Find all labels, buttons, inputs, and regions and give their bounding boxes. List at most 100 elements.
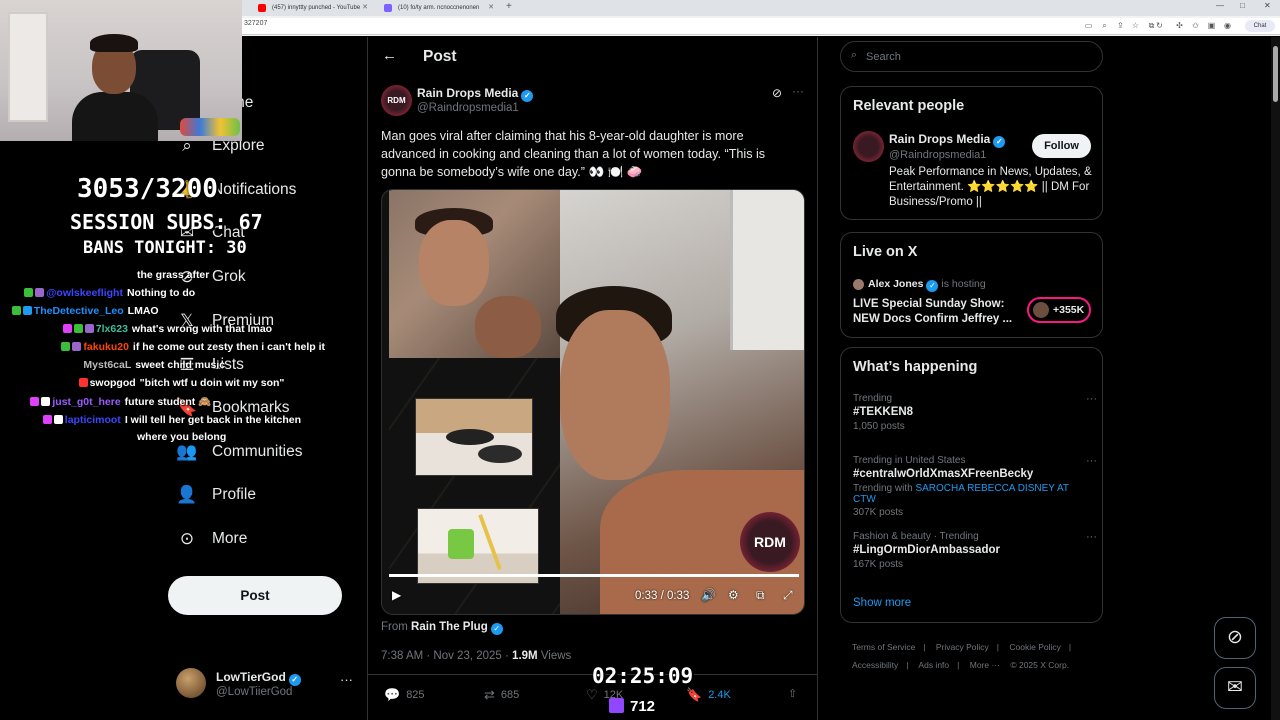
- messages-fab-button[interactable]: ✉: [1214, 667, 1256, 709]
- post-timestamp[interactable]: 7:38 AM · Nov 23, 2025 ·: [381, 650, 512, 662]
- reply-icon: 💬: [384, 687, 401, 702]
- live-host[interactable]: Alex Jones ✓ is hosting: [868, 278, 986, 292]
- chat-username[interactable]: lapticimoot: [65, 414, 121, 426]
- account-handle: @LowTiierGod: [216, 686, 293, 698]
- verified-icon: ✓: [926, 280, 939, 292]
- person-name[interactable]: Rain Drops Media ✓: [889, 132, 1006, 148]
- refresh-icon[interactable]: ↻: [1155, 21, 1164, 30]
- close-tab-icon[interactable]: ✕: [488, 1, 494, 15]
- chat-username[interactable]: Myst6caL: [83, 359, 131, 371]
- footer-link[interactable]: More ···: [970, 660, 1000, 670]
- repost-button[interactable]: ⇄ 685: [484, 687, 519, 703]
- avatar: [1033, 302, 1049, 318]
- video-progress-bar[interactable]: [389, 574, 799, 577]
- tab-label: (10) fo/ty arm. ncnoccnenonen: [398, 5, 480, 11]
- grok-icon[interactable]: ⊘: [772, 86, 782, 100]
- nav-more[interactable]: ⊙ More: [176, 524, 247, 554]
- trend-context: Trending: [853, 393, 893, 404]
- profile-icon[interactable]: ◉: [1223, 21, 1232, 30]
- browser-tab-youtube[interactable]: (457) innyttty punched - YouTube ✕: [250, 1, 370, 15]
- share-icon[interactable]: ⇪: [1116, 21, 1125, 30]
- collections-icon[interactable]: ▣: [1207, 21, 1216, 30]
- reply-button[interactable]: 💬 825: [384, 687, 425, 703]
- chat-badge-icon: [53, 415, 63, 424]
- chat-username[interactable]: @owlskeeflight: [46, 287, 123, 299]
- picture-in-picture-icon[interactable]: ⧉: [756, 588, 765, 603]
- footer-link[interactable]: Privacy Policy: [936, 642, 989, 652]
- search-input[interactable]: ⌕ Search: [840, 41, 1103, 72]
- chat-message: fakuku20 if he come out zesty then i can'…: [61, 341, 325, 353]
- source-name[interactable]: Rain The Plug: [411, 621, 488, 633]
- communities-icon: 👥: [176, 442, 198, 461]
- trend-item[interactable]: Fashion & beauty · Trending #LingOrmDior…: [853, 531, 1097, 570]
- avatar[interactable]: [853, 131, 884, 162]
- maximize-button[interactable]: □: [1240, 1, 1245, 10]
- live-listeners-badge[interactable]: +355K: [1027, 297, 1091, 323]
- verified-icon: ✓: [993, 136, 1006, 148]
- chat-username[interactable]: swopgod: [90, 377, 136, 389]
- more-icon[interactable]: ···: [792, 84, 804, 98]
- footer-link[interactable]: Terms of Service: [852, 642, 915, 652]
- post-header: ← Post: [368, 37, 817, 79]
- trend-item[interactable]: Trending in United States #centralwOrldX…: [853, 455, 1097, 518]
- compose-post-button[interactable]: Post: [168, 576, 342, 615]
- share-icon[interactable]: ⇧: [788, 687, 797, 700]
- close-tab-icon[interactable]: ✕: [362, 1, 368, 15]
- chat-text: Nothing to do: [126, 287, 196, 299]
- puzzle-icon[interactable]: ✣: [1175, 21, 1184, 30]
- settings-gear-icon[interactable]: ⚙: [728, 588, 739, 602]
- zoom-icon[interactable]: ⌕: [1100, 21, 1109, 30]
- author-avatar[interactable]: RDM: [381, 85, 412, 116]
- bans-counter: BANS TONIGHT: 30: [83, 238, 247, 258]
- video-player[interactable]: RDM ▶ 0:33 / 0:33 🔊 ⚙ ⧉ ⤢: [381, 189, 805, 615]
- back-arrow-icon[interactable]: ←: [382, 47, 397, 64]
- chat-message: Myst6caL sweet child music: [83, 359, 225, 371]
- bookmark-button[interactable]: 🔖 2.4K: [686, 687, 731, 703]
- account-switcher[interactable]: LowTierGod ✓ @LowTiierGod ···: [176, 668, 356, 702]
- nav-profile[interactable]: 👤 Profile: [176, 480, 256, 510]
- footer-link[interactable]: Cookie Policy: [1009, 642, 1061, 652]
- chat-text: future student 🙈: [124, 396, 212, 408]
- volume-icon[interactable]: 🔊: [701, 588, 716, 602]
- scrollbar[interactable]: [1271, 37, 1280, 720]
- follow-button[interactable]: Follow: [1032, 134, 1091, 158]
- scrollbar-thumb[interactable]: [1273, 46, 1278, 102]
- chat-username[interactable]: 7lx623: [96, 323, 128, 335]
- more-icon[interactable]: ···: [340, 672, 353, 687]
- more-icon[interactable]: ···: [1086, 455, 1097, 467]
- close-window-button[interactable]: ✕: [1264, 1, 1271, 10]
- profile-icon: 👤: [176, 485, 198, 504]
- url-text[interactable]: 327207: [244, 20, 267, 27]
- author-name[interactable]: Rain Drops Media ✓: [417, 86, 534, 102]
- more-icon[interactable]: ···: [1086, 393, 1097, 405]
- favorites-icon[interactable]: ✩: [1191, 21, 1200, 30]
- chat-message: just_g0t_here future student 🙈: [30, 395, 211, 408]
- show-more-link[interactable]: Show more: [853, 597, 911, 609]
- footer-link[interactable]: Ads info: [918, 660, 949, 670]
- man-face: [560, 310, 670, 480]
- chat-username[interactable]: just_g0t_here: [52, 396, 120, 408]
- more-icon[interactable]: ···: [1086, 531, 1097, 543]
- person-handle[interactable]: @Raindropsmedia1: [889, 149, 986, 161]
- minimize-button[interactable]: —: [1216, 1, 1224, 10]
- live-on-x-card: Live on X Alex Jones ✓ is hosting LIVE Sp…: [840, 232, 1103, 338]
- chat-badge-icon: [62, 324, 72, 333]
- browser-tab-twitch[interactable]: (10) fo/ty arm. ncnoccnenonen ✕: [376, 1, 496, 15]
- relevant-people-card: Relevant people Rain Drops Media ✓ @Raind…: [840, 86, 1103, 220]
- trend-name: #LingOrmDiorAmbassador: [853, 544, 1000, 556]
- trend-item[interactable]: Trending #TEKKEN8 1,050 posts ···: [853, 393, 1097, 432]
- chat-badge-icon: [41, 397, 51, 406]
- star-icon[interactable]: ☆: [1131, 21, 1140, 30]
- author-handle[interactable]: @Raindropsmedia1: [417, 102, 519, 114]
- new-tab-button[interactable]: +: [506, 0, 512, 14]
- footer-link[interactable]: Accessibility: [852, 660, 898, 670]
- chat-username[interactable]: fakuku20: [83, 341, 129, 353]
- address-bar[interactable]: 327207 ▭ ⌕ ⇪ ☆ ⧉ ↻ ✣ ✩ ▣ ◉ Chat: [242, 18, 1280, 35]
- play-icon[interactable]: ▶: [392, 588, 401, 602]
- chat-assistant-button[interactable]: Chat: [1245, 20, 1275, 32]
- fullscreen-icon[interactable]: ⤢: [783, 588, 793, 603]
- live-show-title[interactable]: LIVE Special Sunday Show: NEW Docs Confi…: [853, 297, 1023, 327]
- chat-username[interactable]: TheDetective_Leo: [34, 305, 124, 317]
- page-icon[interactable]: ▭: [1084, 21, 1093, 30]
- grok-fab-button[interactable]: ⊘: [1214, 617, 1256, 659]
